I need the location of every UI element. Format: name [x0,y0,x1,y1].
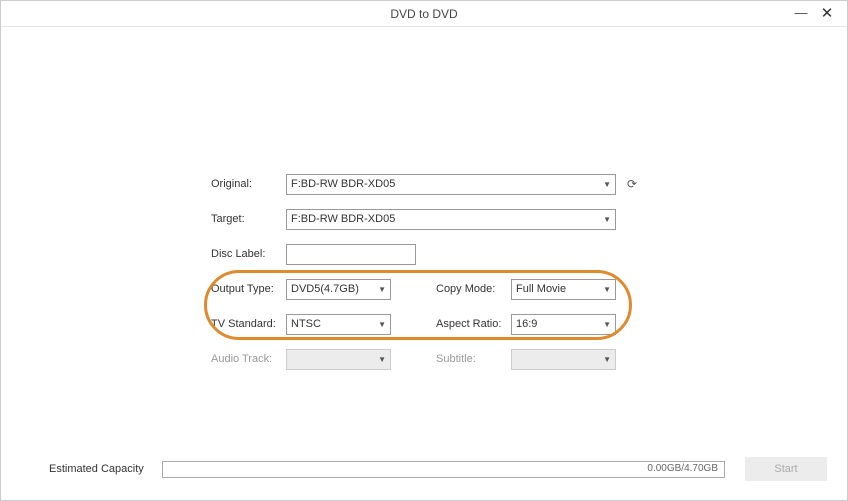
tv-standard-value: NTSC [291,318,321,330]
target-value: F:BD-RW BDR-XD05 [291,213,395,225]
estimated-capacity-label: Estimated Capacity [49,463,144,475]
output-type-label: Output Type: [211,283,286,295]
subtitle-select: ▼ [511,349,616,370]
original-value: F:BD-RW BDR-XD05 [291,178,395,190]
output-type-value: DVD5(4.7GB) [291,283,359,295]
disc-label-label: Disc Label: [211,248,286,260]
audio-track-select: ▼ [286,349,391,370]
refresh-button[interactable]: ⟳ [624,176,640,192]
form-area: Original: F:BD-RW BDR-XD05 ▼ ⟳ Target: F… [211,173,641,383]
aspect-ratio-label: Aspect Ratio: [436,318,511,330]
chevron-down-icon: ▼ [603,215,611,224]
row-target: Target: F:BD-RW BDR-XD05 ▼ [211,208,641,230]
row-output-copy: Output Type: DVD5(4.7GB) ▼ Copy Mode: Fu… [211,278,641,300]
start-button: Start [745,457,827,481]
minimize-button[interactable]: — [793,5,809,20]
subtitle-label: Subtitle: [436,353,511,365]
capacity-text: 0.00GB/4.70GB [647,463,718,474]
chevron-down-icon: ▼ [603,285,611,294]
target-select[interactable]: F:BD-RW BDR-XD05 ▼ [286,209,616,230]
row-audio-subtitle: Audio Track: ▼ Subtitle: ▼ [211,348,641,370]
aspect-ratio-select[interactable]: 16:9 ▼ [511,314,616,335]
close-button[interactable]: ✕ [819,4,835,22]
copy-mode-select[interactable]: Full Movie ▼ [511,279,616,300]
copy-mode-label: Copy Mode: [436,283,511,295]
chevron-down-icon: ▼ [603,320,611,329]
chevron-down-icon: ▼ [378,285,386,294]
row-tv-aspect: TV Standard: NTSC ▼ Aspect Ratio: 16:9 ▼ [211,313,641,335]
disc-label-input[interactable] [286,244,416,265]
chevron-down-icon: ▼ [603,355,611,364]
original-label: Original: [211,178,286,190]
original-select[interactable]: F:BD-RW BDR-XD05 ▼ [286,174,616,195]
window: DVD to DVD — ✕ Original: F:BD-RW BDR-XD0… [0,0,848,501]
audio-track-label: Audio Track: [211,353,286,365]
tv-standard-label: TV Standard: [211,318,286,330]
tv-standard-select[interactable]: NTSC ▼ [286,314,391,335]
target-label: Target: [211,213,286,225]
window-title: DVD to DVD [390,7,457,21]
titlebar: DVD to DVD — ✕ [1,1,847,27]
copy-mode-value: Full Movie [516,283,566,295]
output-type-select[interactable]: DVD5(4.7GB) ▼ [286,279,391,300]
refresh-icon: ⟳ [627,177,637,191]
chevron-down-icon: ▼ [378,320,386,329]
chevron-down-icon: ▼ [603,180,611,189]
footer: Estimated Capacity 0.00GB/4.70GB Start [1,456,847,482]
capacity-progress-bar: 0.00GB/4.70GB [162,461,725,478]
chevron-down-icon: ▼ [378,355,386,364]
row-original: Original: F:BD-RW BDR-XD05 ▼ ⟳ [211,173,641,195]
row-disc-label: Disc Label: [211,243,641,265]
content-area: Original: F:BD-RW BDR-XD05 ▼ ⟳ Target: F… [1,27,847,500]
aspect-ratio-value: 16:9 [516,318,537,330]
